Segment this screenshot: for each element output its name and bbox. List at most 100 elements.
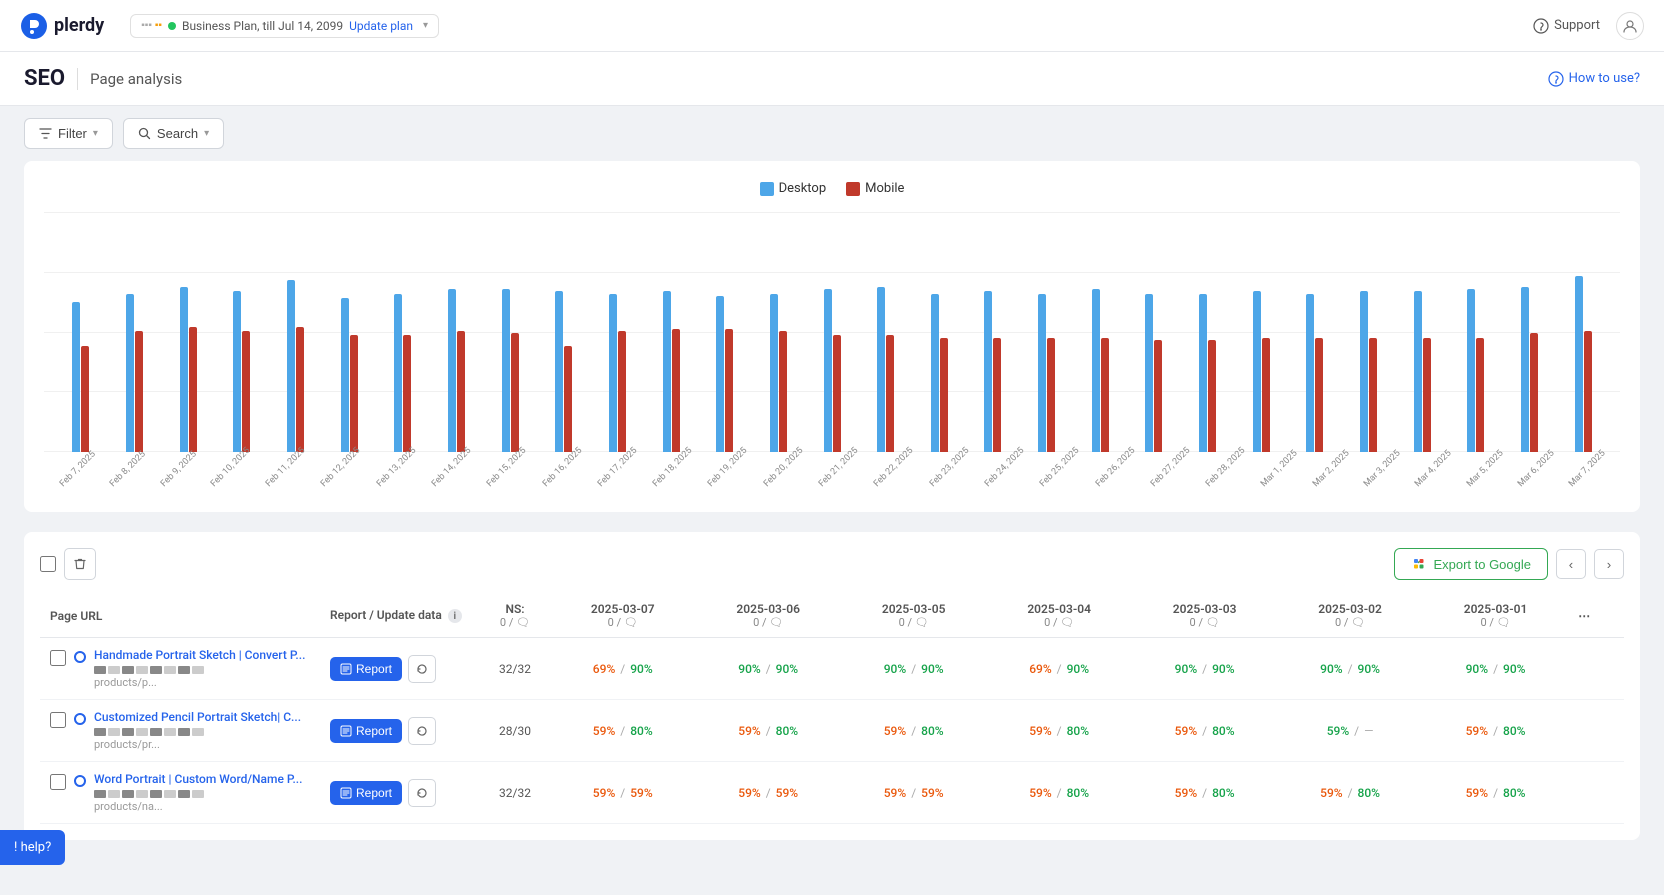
score-cell: 59% / 59% bbox=[841, 762, 986, 824]
bar-mobile bbox=[1208, 340, 1216, 452]
bar-mobile bbox=[135, 331, 143, 452]
filter-label: Filter bbox=[58, 126, 87, 141]
score-cell: 69% / 90% bbox=[986, 638, 1131, 700]
thumb-block bbox=[150, 666, 162, 674]
bar-group bbox=[1020, 294, 1074, 452]
bar-mobile bbox=[189, 327, 197, 452]
thumb-block bbox=[122, 728, 134, 736]
how-to-use-button[interactable]: How to use? bbox=[1548, 71, 1640, 87]
next-page-button[interactable]: › bbox=[1594, 549, 1624, 579]
chart-card: Desktop Mobile Feb 7, 2025Feb 8, 2025Feb… bbox=[24, 161, 1640, 512]
bar-mobile bbox=[296, 327, 304, 452]
plan-dot bbox=[168, 22, 176, 30]
prev-page-button[interactable]: ‹ bbox=[1556, 549, 1586, 579]
report-button[interactable]: Report bbox=[330, 719, 402, 743]
delete-button[interactable] bbox=[64, 548, 96, 580]
logo-text: plerdy bbox=[54, 15, 104, 36]
score-cell: 59% / 80% bbox=[841, 700, 986, 762]
url-text: products/p... bbox=[94, 676, 305, 689]
help-button[interactable]: ! help? bbox=[0, 830, 65, 865]
score-cell: 59% / 80% bbox=[1423, 700, 1568, 762]
logo[interactable]: plerdy bbox=[20, 12, 104, 40]
thumb-block bbox=[150, 728, 162, 736]
bar-mobile bbox=[1530, 333, 1538, 452]
row-checkbox[interactable] bbox=[50, 774, 66, 790]
refresh-button[interactable] bbox=[408, 655, 436, 683]
bar-group bbox=[161, 287, 215, 452]
refresh-button[interactable] bbox=[408, 779, 436, 807]
page-url-thumb bbox=[94, 728, 301, 736]
select-all-checkbox[interactable] bbox=[40, 556, 56, 572]
thumb-block bbox=[192, 790, 204, 798]
bar-desktop bbox=[1306, 294, 1314, 452]
bar-desktop bbox=[1467, 289, 1475, 452]
page-url-info: Word Portrait | Custom Word/Name P... pr… bbox=[94, 772, 302, 813]
row-checkbox[interactable] bbox=[50, 650, 66, 666]
table-toolbar: Export to Google ‹ › bbox=[40, 548, 1624, 580]
bar-mobile bbox=[886, 335, 894, 452]
export-google-label: Export to Google bbox=[1433, 557, 1531, 572]
data-table: Page URL Report / Update data i NS: 0 / … bbox=[40, 594, 1624, 824]
bar-group bbox=[54, 302, 108, 452]
bar-mobile bbox=[457, 331, 465, 452]
bar-mobile bbox=[1101, 338, 1109, 452]
bar-desktop bbox=[1414, 291, 1422, 452]
bar-desktop bbox=[931, 294, 939, 452]
x-axis-labels: Feb 7, 2025Feb 8, 2025Feb 9, 2025Feb 10,… bbox=[44, 452, 1620, 492]
score-cell: 59% / 59% bbox=[695, 762, 840, 824]
search-button[interactable]: Search ▾ bbox=[123, 118, 224, 149]
plan-badge: ▪▪▪ ▪▪ Business Plan, till Jul 14, 2099 … bbox=[130, 14, 439, 38]
ns-cell: 32/32 bbox=[480, 638, 550, 700]
thumb-block bbox=[122, 790, 134, 798]
table-row: Handmade Portrait Sketch | Convert P... … bbox=[40, 638, 1624, 700]
report-button[interactable]: Report bbox=[330, 781, 402, 805]
bar-mobile bbox=[779, 331, 787, 452]
page-title-link[interactable]: Customized Pencil Portrait Sketch| C... bbox=[94, 710, 301, 724]
thumb-block bbox=[94, 666, 106, 674]
score-cell: 59% / 80% bbox=[1423, 762, 1568, 824]
search-label: Search bbox=[157, 126, 198, 141]
filter-button[interactable]: Filter ▾ bbox=[24, 118, 113, 149]
refresh-button[interactable] bbox=[408, 717, 436, 745]
page-url-thumb bbox=[94, 666, 305, 674]
page-title-link[interactable]: Handmade Portrait Sketch | Convert P... bbox=[94, 648, 305, 662]
col-header-report: Report / Update data i bbox=[320, 594, 480, 638]
bar-desktop bbox=[1360, 291, 1368, 452]
row-checkbox[interactable] bbox=[50, 712, 66, 728]
x-axis-label: Feb 18, 2025 bbox=[651, 446, 694, 489]
nav-right: Support bbox=[1533, 12, 1644, 40]
thumb-block bbox=[108, 790, 120, 798]
search-chevron-icon: ▾ bbox=[204, 128, 209, 139]
score-cell: 59% / 80% bbox=[1132, 762, 1277, 824]
user-avatar[interactable] bbox=[1616, 12, 1644, 40]
bar-desktop bbox=[1092, 289, 1100, 452]
bar-group bbox=[1503, 287, 1557, 452]
score-cell: 59% / 80% bbox=[695, 700, 840, 762]
page-title-link[interactable]: Word Portrait | Custom Word/Name P... bbox=[94, 772, 302, 786]
bar-mobile bbox=[940, 338, 948, 452]
thumb-block bbox=[94, 728, 106, 736]
bar-desktop bbox=[394, 294, 402, 452]
bar-group bbox=[215, 291, 269, 452]
bar-mobile bbox=[511, 333, 519, 452]
bar-group bbox=[1181, 294, 1235, 452]
bar-group bbox=[1073, 289, 1127, 452]
score-cell: 59% / 80% bbox=[550, 700, 695, 762]
bar-desktop bbox=[770, 294, 778, 452]
thumb-block bbox=[122, 666, 134, 674]
bar-group bbox=[322, 298, 376, 452]
chart-legend: Desktop Mobile bbox=[44, 181, 1620, 196]
chevron-down-icon[interactable]: ▾ bbox=[423, 20, 428, 31]
bar-group bbox=[269, 280, 323, 452]
bar-mobile bbox=[242, 331, 250, 452]
update-plan-link[interactable]: Update plan bbox=[349, 19, 413, 33]
x-axis-label: Feb 15, 2025 bbox=[485, 446, 528, 489]
bar-group bbox=[752, 294, 806, 452]
x-axis-label: Feb 17, 2025 bbox=[596, 446, 639, 489]
bar-mobile bbox=[672, 329, 680, 452]
x-axis-label: Mar 4, 2025 bbox=[1413, 449, 1454, 490]
support-button[interactable]: Support bbox=[1533, 18, 1600, 34]
report-button[interactable]: Report bbox=[330, 657, 402, 681]
export-google-button[interactable]: Export to Google bbox=[1394, 548, 1548, 580]
score-cell: 90% / 90% bbox=[1277, 638, 1422, 700]
